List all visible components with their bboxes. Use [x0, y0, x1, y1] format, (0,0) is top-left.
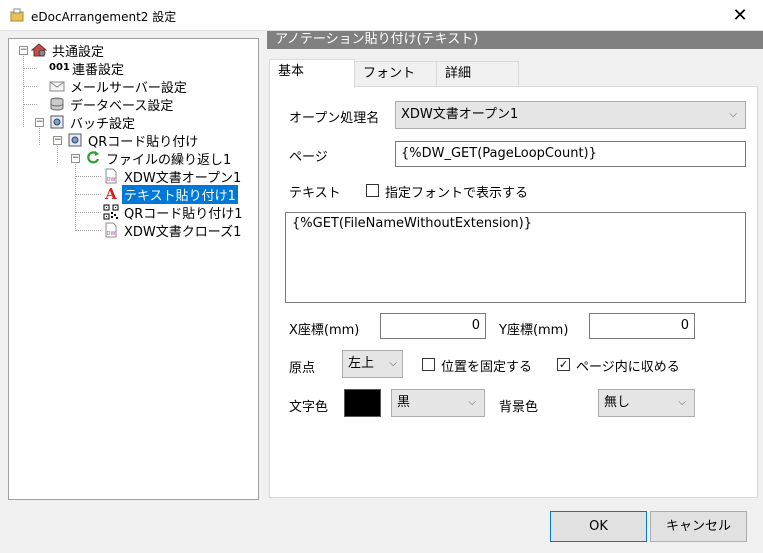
- title-bar: eDocArrangement2 設定 ✕: [0, 0, 763, 31]
- bg-color-value: 無し: [604, 395, 631, 410]
- text-a-icon: A: [105, 185, 117, 203]
- fit-page-label: ページ内に収める: [576, 360, 680, 375]
- tree-item-label: QRコード貼り付け1: [124, 206, 243, 222]
- envelope-icon: [49, 81, 65, 92]
- tree-connector: [23, 68, 37, 69]
- serial-number-icon: 001: [49, 62, 70, 73]
- dw-badge: DW: [107, 231, 116, 237]
- tree-item-label: メールサーバー設定: [70, 80, 187, 96]
- text-label: テキスト: [289, 186, 341, 201]
- qr-code-icon: [103, 204, 119, 220]
- x-coord-input[interactable]: 0: [380, 313, 486, 339]
- y-coord-label: Y座標(mm): [499, 323, 569, 338]
- tree-item-file-loop[interactable]: ファイルの繰り返し1: [85, 149, 233, 168]
- tree-connector: [75, 212, 101, 213]
- ok-button[interactable]: OK: [550, 511, 647, 542]
- tree-item-common-settings[interactable]: 共通設定: [31, 41, 106, 60]
- batch-icon: [50, 115, 64, 129]
- chevron-down-icon: ⌵: [468, 397, 476, 408]
- chevron-down-icon: ⌵: [678, 397, 686, 408]
- tree-connector: [57, 146, 58, 163]
- y-coord-input[interactable]: 0: [589, 313, 695, 339]
- tree-item-database[interactable]: データベース設定: [49, 95, 175, 114]
- fix-position-label: 位置を固定する: [441, 360, 533, 375]
- tree-item-mail-server[interactable]: メールサーバー設定: [49, 77, 189, 96]
- settings-tree[interactable]: − − − − 共通設定 001 連番設定 メールサーバー設定 データベース設定: [8, 38, 259, 500]
- fix-position-checkbox[interactable]: [422, 358, 435, 371]
- window-title: eDocArrangement2 設定: [31, 10, 177, 24]
- tree-item-label: 共通設定: [52, 44, 105, 60]
- collapse-toggle[interactable]: −: [71, 154, 80, 163]
- tree-connector: [23, 104, 37, 105]
- tree-item-label: XDW文書クローズ1: [124, 224, 242, 240]
- y-coord-value: 0: [680, 318, 689, 333]
- tab-detail[interactable]: 詳細: [436, 61, 519, 87]
- app-icon: [10, 8, 24, 22]
- bg-color-select[interactable]: 無し ⌵: [598, 389, 695, 417]
- text-content-area[interactable]: {%GET(FileNameWithoutExtension)}: [285, 212, 746, 303]
- tree-item-xdw-close[interactable]: DW XDW文書クローズ1: [103, 221, 243, 240]
- house-gear-icon: [31, 43, 47, 57]
- collapse-toggle[interactable]: −: [53, 136, 62, 145]
- tree-item-label: 連番設定: [72, 62, 125, 78]
- page-input[interactable]: {%DW_GET(PageLoopCount)}: [395, 141, 746, 167]
- tree-connector: [75, 176, 101, 177]
- batch-icon: [68, 133, 82, 147]
- tree-item-serial-number[interactable]: 001 連番設定: [49, 59, 126, 78]
- tree-item-batch[interactable]: バッチ設定: [49, 113, 137, 132]
- text-color-swatch[interactable]: [344, 389, 381, 417]
- open-process-label: オープン処理名: [289, 111, 380, 126]
- page-label: ページ: [289, 150, 328, 165]
- tree-connector: [39, 128, 40, 145]
- tree-item-label: XDW文書オープン1: [124, 170, 242, 186]
- collapse-toggle[interactable]: −: [19, 46, 28, 55]
- tab-font[interactable]: フォント: [354, 61, 437, 87]
- tree-item-label: テキスト貼り付け1: [122, 184, 238, 204]
- database-icon: [50, 97, 64, 111]
- text-color-select[interactable]: 黒 ⌵: [391, 389, 485, 417]
- tree-item-label: QRコード貼り付け: [88, 134, 199, 150]
- tree-item-qr-paste[interactable]: QRコード貼り付け: [67, 131, 200, 150]
- tab-basic[interactable]: 基本: [269, 59, 355, 88]
- page-input-value: {%DW_GET(PageLoopCount)}: [401, 146, 597, 161]
- origin-label: 原点: [289, 361, 316, 376]
- open-process-select[interactable]: XDW文書オープン1 ⌵: [395, 101, 746, 129]
- tree-connector: [75, 230, 101, 231]
- close-icon: ✕: [732, 5, 748, 26]
- tree-item-label: バッチ設定: [70, 116, 136, 132]
- tree-connector: [75, 164, 76, 229]
- tree-connector: [23, 56, 24, 127]
- loop-arrow-icon: [87, 151, 100, 164]
- x-coord-label: X座標(mm): [289, 323, 360, 338]
- font-display-label: 指定フォントで表示する: [385, 186, 529, 201]
- tree-connector: [23, 86, 37, 87]
- chevron-down-icon: ⌵: [729, 109, 737, 120]
- cancel-button[interactable]: キャンセル: [650, 511, 747, 542]
- docuworks-file-icon: DW: [105, 168, 117, 184]
- check-icon: ✓: [558, 358, 569, 371]
- tree-item-qr-paste-1[interactable]: QRコード貼り付け1: [103, 203, 245, 222]
- origin-value: 左上: [348, 356, 375, 371]
- x-coord-value: 0: [471, 318, 480, 333]
- text-color-label: 文字色: [289, 400, 329, 415]
- collapse-toggle[interactable]: −: [35, 118, 44, 127]
- tree-item-text-paste[interactable]: A テキスト貼り付け1: [103, 184, 238, 204]
- text-color-value: 黒: [397, 395, 411, 410]
- tab-panel-basic: オープン処理名 XDW文書オープン1 ⌵ ページ {%DW_GET(PageLo…: [269, 86, 758, 498]
- dw-badge: DW: [107, 177, 116, 183]
- chevron-down-icon: ⌵: [389, 358, 397, 369]
- tree-item-label: ファイルの繰り返し1: [106, 152, 232, 168]
- tree-item-xdw-open[interactable]: DW XDW文書オープン1: [103, 167, 243, 186]
- font-display-checkbox[interactable]: [366, 184, 379, 197]
- text-content-value: {%GET(FileNameWithoutExtension)}: [292, 216, 532, 231]
- bg-color-label: 背景色: [499, 400, 539, 415]
- docuworks-file-icon: DW: [105, 222, 117, 238]
- tree-item-label: データベース設定: [70, 98, 174, 114]
- panel-header: アノテーション貼り付け(テキスト): [267, 31, 763, 49]
- tree-connector: [75, 194, 101, 195]
- open-process-value: XDW文書オープン1: [401, 107, 519, 122]
- fit-page-checkbox[interactable]: ✓: [557, 358, 570, 371]
- close-button[interactable]: ✕: [717, 0, 763, 31]
- origin-select[interactable]: 左上 ⌵: [342, 350, 403, 378]
